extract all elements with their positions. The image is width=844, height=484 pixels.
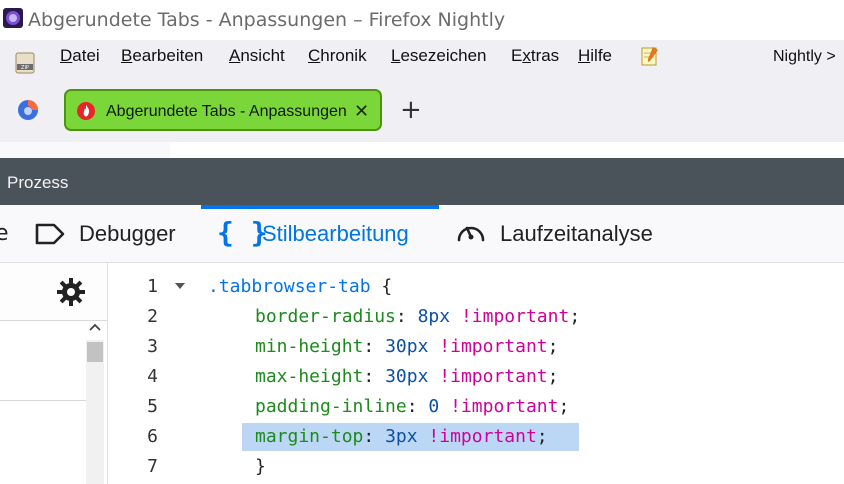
- line-number: 6: [147, 426, 158, 447]
- gear-icon[interactable]: [55, 276, 87, 308]
- notepad-icon[interactable]: [640, 45, 660, 67]
- firefox-nightly-logo-icon: [3, 8, 23, 28]
- tool-tab-debugger[interactable]: Debugger: [79, 221, 176, 247]
- devtools-title: Prozess: [7, 173, 69, 192]
- performance-icon: [457, 226, 485, 242]
- line-number: 1: [147, 276, 158, 297]
- tool-tab-stilbearbeitung[interactable]: Stilbearbeitung: [262, 221, 409, 247]
- fold-chevron-down-icon[interactable]: [173, 281, 187, 291]
- code-line-5: padding-inline: 0 !important;: [255, 396, 570, 417]
- line-number: 2: [147, 306, 158, 327]
- list-divider: [0, 400, 86, 401]
- svg-text:ZIP: ZIP: [21, 65, 29, 71]
- code-line-1: .tabbrowser-tab {: [208, 276, 393, 297]
- menu-extras[interactable]: Extras: [511, 46, 559, 66]
- line-number: 5: [147, 396, 158, 417]
- devtools-header: [0, 158, 844, 205]
- menu-hilfe[interactable]: Hilfe: [578, 46, 612, 66]
- firefox-view-icon[interactable]: [16, 98, 40, 122]
- active-tool-indicator: [201, 205, 439, 209]
- menu-datei[interactable]: Datei: [60, 46, 100, 66]
- tab-favicon-flame-icon: [77, 102, 95, 120]
- menu-bearbeiten[interactable]: Bearbeiten: [121, 46, 203, 66]
- nightly-menu-label[interactable]: Nightly >: [773, 48, 836, 66]
- line-number: 3: [147, 336, 158, 357]
- menu-ansicht[interactable]: Ansicht: [229, 46, 285, 66]
- tool-tab-partial[interactable]: e: [0, 221, 9, 246]
- tab-title: Abgerundete Tabs - Anpassungen: [106, 103, 346, 120]
- window-title: Abgerundete Tabs - Anpassungen – Firefox…: [28, 9, 506, 31]
- code-line-2: border-radius: 8px !important;: [255, 306, 581, 327]
- menu-chronik[interactable]: Chronik: [308, 46, 367, 66]
- menu-lesezeichen[interactable]: Lesezeichen: [391, 46, 486, 66]
- code-line-3: min-height: 30px !important;: [255, 336, 559, 357]
- scrollbar-thumb[interactable]: [87, 342, 103, 362]
- code-line-7: }: [255, 456, 266, 477]
- stylesheet-list-toolbar: [0, 263, 107, 321]
- braces-icon: { }: [217, 216, 268, 249]
- url-bar-edge: [170, 142, 844, 158]
- code-line-6: margin-top: 3px !important;: [255, 426, 548, 447]
- code-line-4: max-height: 30px !important;: [255, 366, 559, 387]
- line-number: 4: [147, 366, 158, 387]
- tab-close-icon[interactable]: ✕: [354, 101, 369, 122]
- new-tab-button[interactable]: +: [400, 97, 422, 123]
- tool-tab-laufzeitanalyse[interactable]: Laufzeitanalyse: [500, 221, 653, 247]
- line-number: 7: [147, 456, 158, 477]
- debugger-icon: [35, 223, 65, 245]
- zip-archive-icon[interactable]: ZIP: [14, 52, 36, 74]
- scroll-up-chevron-icon[interactable]: [88, 322, 102, 332]
